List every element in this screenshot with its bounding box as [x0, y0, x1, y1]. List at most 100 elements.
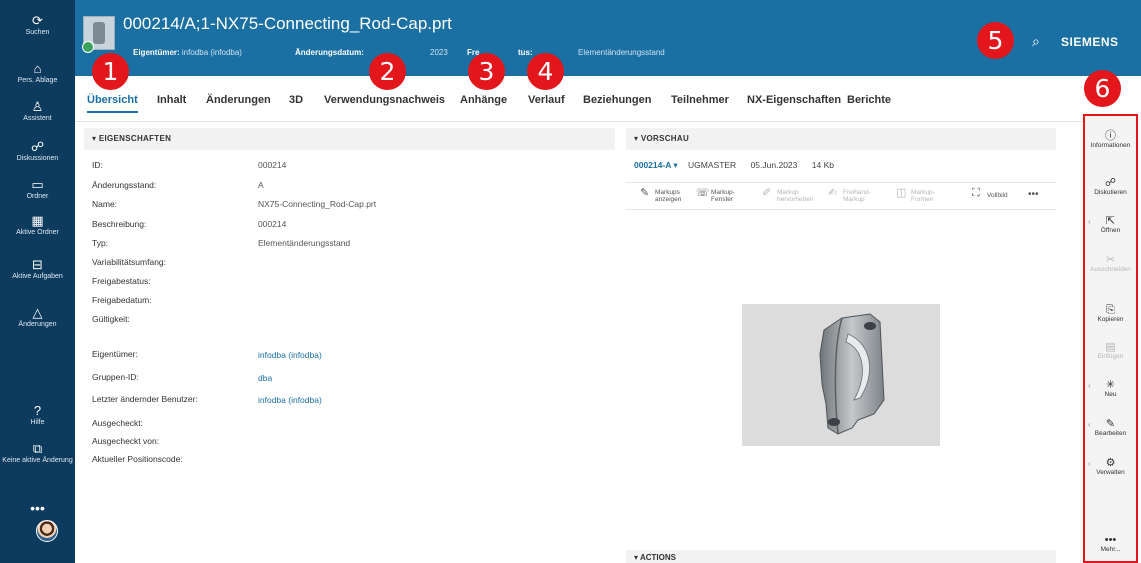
prop-label: Name:	[92, 199, 118, 209]
discuss-command[interactable]: ☍ Diskutieren	[1085, 177, 1136, 197]
properties-heading[interactable]: ▾ EIGENSCHAFTEN	[84, 128, 615, 150]
shapes-icon: ◫	[896, 187, 907, 199]
tool-label: Markup hervorheben	[777, 189, 814, 203]
actions-heading[interactable]: ▾ ACTIONS	[626, 550, 1056, 563]
show-markups-button[interactable]: ✎ Markups anzeigen	[640, 187, 688, 204]
nav-label: Diskussionen	[16, 155, 59, 162]
more-nav-button[interactable]: •••	[0, 500, 75, 516]
nav-active-tasks[interactable]: ⊟ Aktive Aufgaben	[0, 258, 75, 281]
paste-command[interactable]: ▤ Einfügen	[1085, 341, 1136, 361]
owner-label: Eigentümer:	[133, 48, 180, 57]
new-icon: ✳	[1105, 379, 1116, 391]
callout-4: 4	[527, 53, 564, 90]
tab-participants[interactable]: Teilnehmer	[671, 94, 729, 106]
tab-where-used[interactable]: Verwendungsnachweis	[324, 94, 445, 106]
tool-label: Vollbild	[987, 192, 1008, 199]
command-label: Bearbeiten	[1094, 430, 1127, 437]
help-icon: ?	[33, 403, 42, 418]
copy-command[interactable]: ⎘ Kopieren	[1085, 304, 1136, 324]
info-command[interactable]: ⓘ Informationen	[1085, 130, 1136, 150]
last-modifier-link[interactable]: infodba (infodba)	[258, 395, 322, 405]
tab-changes[interactable]: Änderungen	[206, 94, 271, 106]
date-label: Änderungsdatum:	[295, 48, 364, 57]
command-label: Neu	[1104, 391, 1117, 398]
markup-shapes-button[interactable]: ◫ Markup-Formen	[896, 187, 944, 204]
assistant-icon: ♙	[31, 99, 44, 114]
nav-home-folder[interactable]: ⌂ Pers. Ablage	[0, 62, 75, 85]
nav-search[interactable]: ⟳ Suchen	[0, 14, 75, 37]
command-label: Mehr...	[1100, 546, 1121, 553]
global-navigation: ⟳ Suchen ⌂ Pers. Ablage ♙ Assistent ☍ Diskus…	[0, 0, 75, 563]
info-icon: ⓘ	[1105, 130, 1116, 142]
connecting-rod-cap-model	[819, 313, 885, 435]
more-tools-button[interactable]: •••	[1028, 190, 1052, 200]
tab-3d[interactable]: 3D	[289, 94, 303, 106]
dataset-date: 05.Jun.2023	[750, 160, 798, 170]
command-bar: ⓘ Informationen ☍ Diskutieren ‹ ⇱ Öffnen ✂ Au…	[1083, 114, 1138, 563]
date-value: 2023	[430, 48, 448, 57]
command-label: Öffnen	[1100, 227, 1121, 234]
nav-changes[interactable]: △ Änderungen	[0, 306, 75, 329]
freehand-icon: ✍	[828, 187, 838, 199]
prop-label: Ausgecheckt von:	[92, 436, 160, 446]
nav-discussions[interactable]: ☍ Diskussionen	[0, 140, 75, 163]
tool-label: Freihand-Markup	[843, 189, 871, 203]
markup-window-button[interactable]: ☏ Markup-Fenster	[696, 187, 744, 204]
tab-history[interactable]: Verlauf	[528, 94, 565, 106]
prop-value: Elementänderungsstand	[258, 238, 351, 248]
change-context-icon: ⧉	[32, 441, 43, 456]
tab-relations[interactable]: Beziehungen	[583, 94, 651, 106]
paste-icon: ▤	[1105, 341, 1116, 353]
nav-folders[interactable]: ▭ Ordner	[0, 178, 75, 201]
markup-window-icon: ☏	[696, 187, 710, 199]
tab-reports[interactable]: Berichte	[847, 94, 891, 106]
nav-no-active-change[interactable]: ⧉ Keine aktive Änderung	[0, 442, 75, 465]
dataset-row: 000214-A ▾ UGMASTER 05.Jun.2023 14 Kb	[634, 160, 846, 171]
tab-attachments[interactable]: Anhänge	[460, 94, 507, 106]
tool-label: Markup-Fenster	[711, 189, 735, 203]
nav-active-folders[interactable]: ▦ Aktive Ordner	[0, 214, 75, 237]
prop-value: A	[258, 180, 264, 190]
nav-label: Keine aktive Änderung	[2, 457, 73, 464]
highlight-markup-button[interactable]: ✐ Markup hervorheben	[762, 188, 814, 204]
3d-preview-viewer[interactable]	[742, 304, 940, 446]
command-label: Kopieren	[1097, 316, 1124, 323]
markup-icon: ✎	[640, 187, 650, 199]
edit-command[interactable]: ‹ ✎ Bearbeiten	[1085, 418, 1136, 438]
viewer-toolbar: ✎ Markups anzeigen ☏ Markup-Fenster ✐ Marku…	[626, 182, 1056, 210]
preview-heading[interactable]: ▾ VORSCHAU	[626, 128, 1056, 150]
open-command[interactable]: ‹ ⇱ Öffnen	[1085, 215, 1136, 235]
group-link[interactable]: dba	[258, 373, 272, 383]
discussion-icon: ☍	[1104, 177, 1117, 189]
prop-label: ID:	[92, 160, 103, 170]
cut-command[interactable]: ✂ Ausschneiden	[1085, 254, 1136, 274]
avatar[interactable]	[36, 520, 58, 542]
prop-value: NX75-Connecting_Rod-Cap.prt	[258, 199, 377, 209]
search-icon[interactable]: ⌕	[1032, 33, 1040, 50]
page-title: 000214/A;1-NX75-Connecting_Rod-Cap.prt	[123, 14, 452, 33]
nav-label: Assistent	[23, 115, 52, 122]
cut-icon: ✂	[1105, 254, 1116, 266]
tab-bar: Übersicht Inhalt Änderungen 3D Verwendun…	[75, 76, 1083, 122]
callout-1: 1	[92, 53, 129, 90]
manage-command[interactable]: ‹ ⚙ Verwalten	[1085, 457, 1136, 477]
nav-label: Ordner	[26, 193, 49, 200]
more-icon: •••	[1104, 534, 1117, 546]
new-command[interactable]: ‹ ✳ Neu	[1085, 379, 1136, 399]
nav-assistant[interactable]: ♙ Assistent	[0, 100, 75, 123]
tab-nx-properties[interactable]: NX-Eigenschaften	[747, 94, 841, 106]
more-command[interactable]: ••• Mehr...	[1085, 534, 1136, 554]
prop-label: Gültigkeit:	[92, 314, 130, 324]
tab-overview[interactable]: Übersicht	[87, 94, 138, 113]
fullscreen-button[interactable]: ⛶ Vollbild	[972, 188, 1020, 200]
prop-label: Variabilitätsumfang:	[92, 257, 167, 267]
owner-link[interactable]: infodba (infodba)	[258, 350, 322, 360]
search-icon: ⟳	[32, 13, 43, 28]
dataset-type: UGMASTER	[688, 160, 737, 170]
change-icon: △	[32, 305, 43, 320]
nav-help[interactable]: ? Hilfe	[0, 404, 75, 427]
tab-content[interactable]: Inhalt	[157, 94, 186, 106]
revision-dropdown[interactable]: 000214-A ▾	[634, 160, 678, 170]
freehand-markup-button[interactable]: ✍ Freihand-Markup	[828, 187, 876, 204]
chevron-left-icon: ‹	[1088, 217, 1091, 226]
